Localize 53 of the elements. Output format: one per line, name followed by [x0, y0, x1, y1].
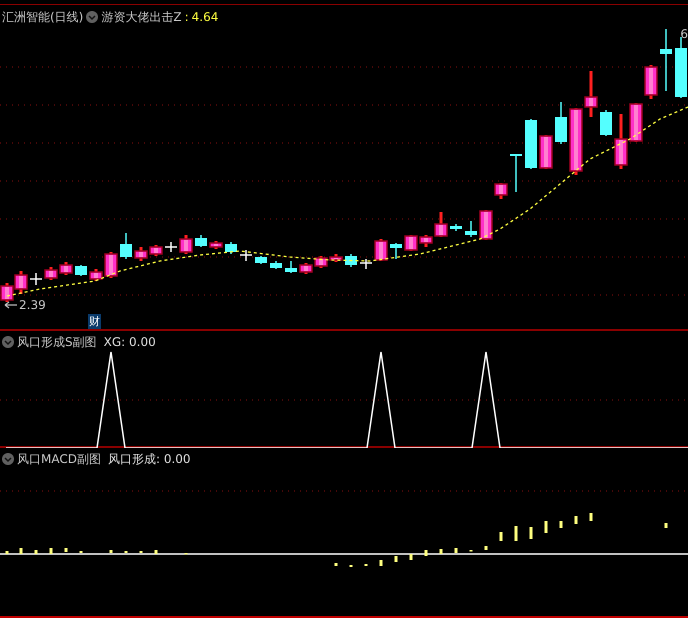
candlestick	[285, 261, 297, 273]
candlestick	[270, 261, 282, 269]
candlestick	[555, 102, 567, 144]
panel-reading: XG: 0.00	[104, 335, 156, 349]
candlestick	[360, 259, 372, 269]
chevron-icon[interactable]	[2, 336, 14, 348]
candlestick	[14, 271, 28, 294]
candlestick	[644, 65, 658, 99]
candlestick	[525, 119, 537, 169]
candlestick	[120, 233, 132, 259]
candlestick	[629, 103, 643, 142]
candlestick	[345, 254, 357, 267]
candlestick	[75, 265, 87, 276]
high-price-label: 6	[680, 27, 688, 41]
candlestick	[374, 239, 388, 261]
stock-name: 汇洲智能(日线)	[2, 8, 84, 26]
low-price-label: 2.39	[19, 298, 46, 312]
candlestick	[0, 283, 14, 302]
candlestick	[225, 242, 237, 254]
candlestick	[660, 29, 672, 91]
candlestick	[195, 235, 207, 247]
candlestick	[134, 247, 148, 261]
news-badge[interactable]: 财	[88, 314, 101, 329]
candlestick	[675, 37, 687, 98]
candlestick	[600, 110, 612, 136]
chevron-icon[interactable]	[86, 11, 98, 23]
panel-title: 风口形成S副图	[17, 334, 97, 350]
candlestick	[30, 273, 42, 285]
candlestick	[539, 135, 553, 169]
panel-title: 风口MACD副图	[17, 450, 101, 468]
candlestick	[240, 250, 252, 261]
arrow-icon	[4, 301, 18, 309]
candlestick	[614, 114, 628, 169]
indicator-value: 4.64	[192, 10, 218, 24]
candlestick	[465, 221, 477, 237]
panel-reading: 风口形成: 0.00	[108, 450, 191, 468]
candlestick	[149, 245, 163, 256]
candlestick	[179, 235, 193, 254]
candlestick	[255, 256, 267, 264]
candlestick	[450, 224, 462, 231]
candlestick	[479, 210, 493, 240]
chevron-icon[interactable]	[2, 453, 14, 465]
candlestick	[299, 263, 313, 274]
candlestick	[494, 183, 508, 199]
candlestick	[390, 243, 402, 259]
candlestick	[209, 241, 223, 249]
candlestick	[59, 262, 73, 275]
candlestick	[44, 267, 58, 280]
candlestick	[404, 235, 418, 251]
candlestick	[510, 154, 522, 192]
separator: :	[184, 10, 189, 24]
indicator-name: 游资大佬出击Z	[101, 8, 182, 26]
candlestick	[165, 242, 177, 252]
